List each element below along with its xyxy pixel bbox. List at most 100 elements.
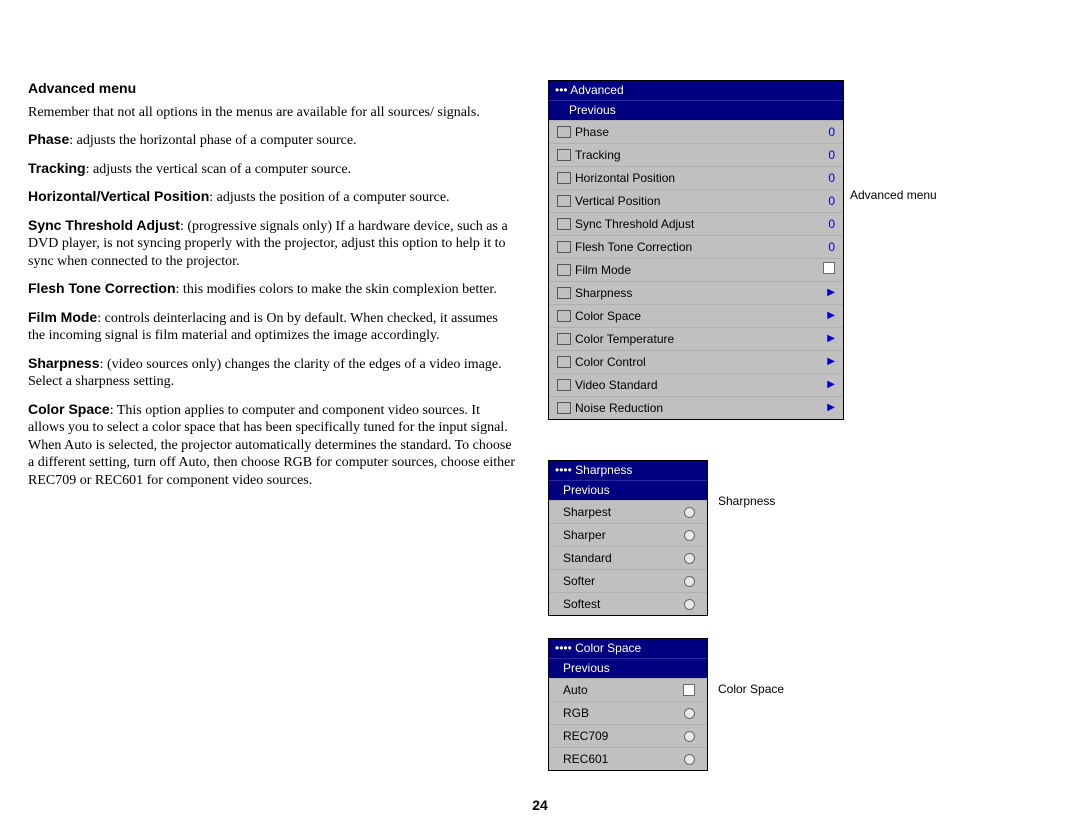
menu-item-value: 0	[809, 148, 835, 163]
colorspace-option[interactable]: Auto	[549, 678, 707, 701]
hpos-icon	[553, 170, 575, 186]
option-label: Softest	[563, 597, 679, 612]
menu-item-label: Noise Reduction	[575, 401, 809, 416]
option-label: Sharpest	[563, 505, 679, 520]
caption-sharpness: Sharpness	[718, 494, 775, 509]
definition-term: Sync Threshold Adjust	[28, 217, 180, 233]
advanced-menu-item[interactable]: Color Temperature▶	[549, 327, 843, 350]
submenu-arrow-icon: ▶	[809, 379, 835, 392]
advanced-menu-title: ••• Advanced	[549, 81, 843, 100]
advanced-menu-item[interactable]: Noise Reduction▶	[549, 396, 843, 419]
advanced-menu-item[interactable]: Vertical Position0	[549, 189, 843, 212]
colorspace-option[interactable]: REC601	[549, 747, 707, 770]
advanced-menu-item[interactable]: Video Standard▶	[549, 373, 843, 396]
sharpness-menu-box: •••• Sharpness Previous Sharpest Sharper S…	[548, 460, 708, 616]
menu-item-label: Phase	[575, 125, 809, 140]
menu-item-value: 0	[809, 194, 835, 209]
colorspace-option[interactable]: RGB	[549, 701, 707, 724]
sharpness-option[interactable]: Sharpest	[549, 500, 707, 523]
definition-paragraph: Sync Threshold Adjust: (progressive sign…	[28, 217, 518, 271]
cctrl-icon	[553, 354, 575, 370]
definition-text: : adjusts the horizontal phase of a comp…	[69, 133, 356, 148]
menu-item-value: 0	[809, 217, 835, 232]
radio-icon[interactable]	[679, 731, 699, 742]
sharpness-option[interactable]: Sharper	[549, 523, 707, 546]
ctemp-icon	[553, 331, 575, 347]
colorspace-menu-box: •••• Color Space Previous Auto RGB REC709 R…	[548, 638, 708, 771]
definition-text: : controls deinterlacing and is On by de…	[28, 311, 498, 344]
radio-icon[interactable]	[679, 507, 699, 518]
advanced-menu-item[interactable]: Sharpness▶	[549, 281, 843, 304]
advanced-menu-item[interactable]: Phase0	[549, 120, 843, 143]
colorspace-option[interactable]: REC709	[549, 724, 707, 747]
colorspace-menu-title: •••• Color Space	[549, 639, 707, 658]
submenu-arrow-icon: ▶	[809, 333, 835, 346]
advanced-menu-item[interactable]: Color Space▶	[549, 304, 843, 327]
caption-colorspace: Color Space	[718, 682, 784, 697]
checkbox-icon[interactable]	[679, 684, 699, 696]
definition-term: Film Mode	[28, 309, 97, 325]
cspace-icon	[553, 308, 575, 324]
sharpness-option[interactable]: Softest	[549, 592, 707, 615]
sharpness-option[interactable]: Softer	[549, 569, 707, 592]
radio-icon[interactable]	[679, 754, 699, 765]
colorspace-previous[interactable]: Previous	[549, 658, 707, 678]
definition-term: Sharpness	[28, 355, 100, 371]
radio-icon[interactable]	[679, 553, 699, 564]
menu-item-value: 0	[809, 125, 835, 140]
option-label: REC601	[563, 752, 679, 767]
tracking-icon	[553, 147, 575, 163]
definition-text: : this modifies colors to make the skin …	[176, 282, 497, 297]
advanced-menu-item[interactable]: Horizontal Position0	[549, 166, 843, 189]
advanced-menu-item[interactable]: Sync Threshold Adjust0	[549, 212, 843, 235]
definition-paragraph: Sharpness: (video sources only) changes …	[28, 355, 518, 391]
advanced-menu-item[interactable]: Film Mode	[549, 258, 843, 281]
radio-icon[interactable]	[679, 599, 699, 610]
intro-text: Remember that not all options in the men…	[28, 104, 518, 122]
radio-icon[interactable]	[679, 576, 699, 587]
sharpness-menu-title: •••• Sharpness	[549, 461, 707, 480]
menu-item-label: Sync Threshold Adjust	[575, 217, 809, 232]
definition-term: Phase	[28, 131, 69, 147]
definition-text: : adjusts the position of a computer sou…	[209, 190, 449, 205]
radio-icon[interactable]	[679, 708, 699, 719]
sync-icon	[553, 216, 575, 232]
advanced-menu-box: ••• Advanced Previous Phase0Tracking0Hor…	[548, 80, 844, 420]
option-label: REC709	[563, 729, 679, 744]
definition-term: Tracking	[28, 160, 86, 176]
menu-item-value: 0	[809, 240, 835, 255]
menu-item-label: Flesh Tone Correction	[575, 240, 809, 255]
text-column: Advanced menu Remember that not all opti…	[28, 80, 518, 793]
advanced-previous[interactable]: Previous	[549, 100, 843, 120]
menu-item-label: Color Space	[575, 309, 809, 324]
advanced-menu-item[interactable]: Color Control▶	[549, 350, 843, 373]
option-label: Auto	[563, 683, 679, 698]
definition-term: Color Space	[28, 401, 110, 417]
page-number: 24	[0, 797, 1080, 815]
sharp-icon	[553, 285, 575, 301]
sharpness-option[interactable]: Standard	[549, 546, 707, 569]
advanced-menu-item[interactable]: Tracking0	[549, 143, 843, 166]
heading-advanced-menu: Advanced menu	[28, 80, 518, 98]
definition-paragraph: Color Space: This option applies to comp…	[28, 401, 518, 490]
menu-item-label: Film Mode	[575, 263, 809, 278]
option-label: Softer	[563, 574, 679, 589]
menu-item-checkbox[interactable]	[809, 262, 835, 278]
submenu-arrow-icon: ▶	[809, 287, 835, 300]
figure-column: ••• Advanced Previous Phase0Tracking0Hor…	[548, 80, 1038, 793]
menu-item-label: Vertical Position	[575, 194, 809, 209]
menu-item-label: Horizontal Position	[575, 171, 809, 186]
advanced-menu-item[interactable]: Flesh Tone Correction0	[549, 235, 843, 258]
vpos-icon	[553, 193, 575, 209]
menu-item-label: Color Control	[575, 355, 809, 370]
radio-icon[interactable]	[679, 530, 699, 541]
menu-item-label: Video Standard	[575, 378, 809, 393]
menu-item-value: 0	[809, 171, 835, 186]
option-label: Standard	[563, 551, 679, 566]
menu-item-label: Color Temperature	[575, 332, 809, 347]
sharpness-previous[interactable]: Previous	[549, 480, 707, 500]
phase-icon	[553, 124, 575, 140]
menu-item-label: Sharpness	[575, 286, 809, 301]
flesh-icon	[553, 239, 575, 255]
definition-text: : adjusts the vertical scan of a compute…	[86, 162, 352, 177]
